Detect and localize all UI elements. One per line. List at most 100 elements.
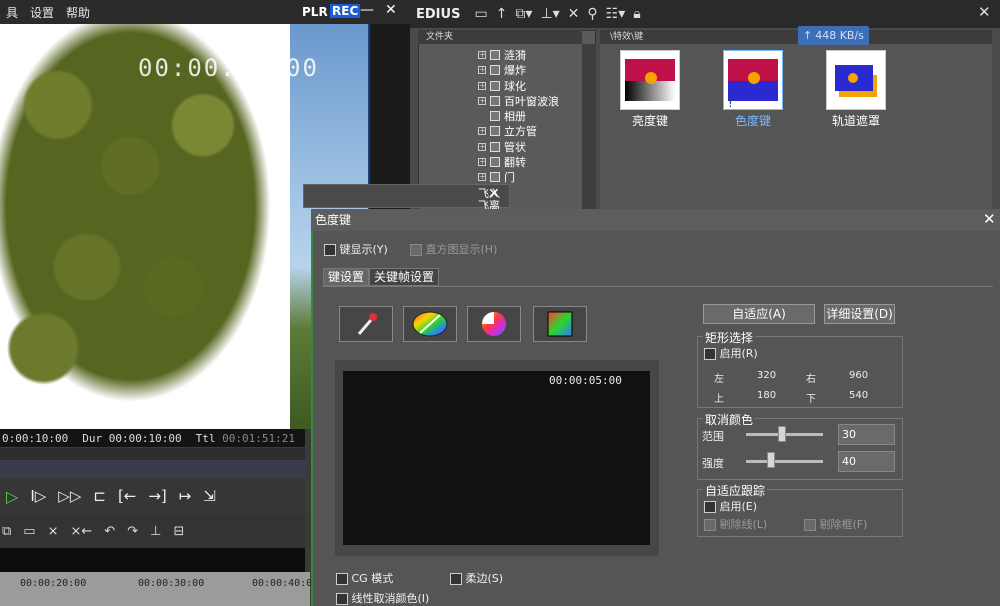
play-icon[interactable]: ▷ <box>6 487 18 506</box>
strength-slider[interactable] <box>746 460 823 463</box>
clip-luma-key[interactable] <box>620 50 680 110</box>
lock-icon[interactable]: 🔒︎ <box>633 6 640 22</box>
expand-icon[interactable]: + <box>478 96 486 105</box>
close-icon[interactable]: ✕ <box>385 2 397 18</box>
expand-icon[interactable]: + <box>478 172 486 181</box>
expand-icon[interactable]: + <box>478 157 486 166</box>
strength-slider-thumb[interactable] <box>767 452 775 468</box>
tree-item[interactable]: + 立方管 <box>478 123 537 138</box>
ttl-value: 00:01:51:21 <box>222 431 295 445</box>
insert-icon[interactable]: ↦ <box>179 487 192 505</box>
split-icon[interactable]: ⊟ <box>173 524 184 539</box>
close-icon[interactable]: ✕ <box>978 3 991 21</box>
key-preview[interactable] <box>343 371 650 545</box>
marker-icon[interactable]: ⊥ <box>150 524 161 539</box>
eyedropper-icon <box>357 313 377 335</box>
key-display-checkbox[interactable] <box>324 244 336 256</box>
output-icon[interactable]: ⊏ <box>93 487 106 505</box>
tree-item[interactable]: 飞入 <box>478 185 500 200</box>
soft-edge-checkbox[interactable] <box>450 573 462 585</box>
color-wheel-button[interactable] <box>403 306 457 342</box>
remove-lines-checkbox <box>704 519 716 531</box>
folder-header: 文件夹 <box>418 30 582 44</box>
tree-item[interactable]: + 翻转 <box>478 154 526 169</box>
cg-mode-option[interactable]: CG 模式 <box>336 570 393 586</box>
view-icon[interactable]: ☷▾ <box>606 6 626 22</box>
copy-icon[interactable]: ⧉ <box>2 524 11 539</box>
set-in-icon[interactable]: [← <box>118 487 136 505</box>
eyedropper-button[interactable] <box>339 306 393 342</box>
tree-item[interactable]: + 球化 <box>478 78 526 93</box>
properties-icon[interactable]: ⚲ <box>587 6 597 22</box>
cut-icon[interactable]: ▭ <box>23 524 35 539</box>
delete-icon[interactable]: ✕ <box>568 6 580 22</box>
range-input[interactable]: 30 <box>838 424 895 445</box>
detail-settings-button[interactable]: 详细设置(D) <box>824 304 895 324</box>
rect-enable-option[interactable]: 启用(R) <box>704 345 758 361</box>
expand-icon[interactable]: + <box>478 81 486 90</box>
player-divider <box>0 448 305 460</box>
folder-icon <box>490 141 500 152</box>
add-clip-icon[interactable]: ⧉▾ <box>515 6 532 22</box>
timeline-ruler[interactable]: 00:00:20:00 00:00:30:00 00:00:40:0 <box>0 572 312 606</box>
minimize-icon[interactable]: — <box>360 2 374 18</box>
hue-selection-button[interactable] <box>467 306 521 342</box>
rec-label[interactable]: REC <box>330 4 361 18</box>
soft-edge-option[interactable]: 柔边(S) <box>450 570 503 586</box>
tree-item[interactable]: + 爆炸 <box>478 62 526 77</box>
track-matte-icon <box>831 59 881 101</box>
adaptive-enable-checkbox[interactable] <box>704 501 716 513</box>
color-box-button[interactable] <box>533 306 587 342</box>
ttl-label: Ttl <box>195 431 216 445</box>
clip-label: 亮度键 <box>631 114 668 128</box>
tree-item[interactable]: 相册 <box>490 108 526 123</box>
auto-adjust-button[interactable]: 自适应(A) <box>703 304 815 324</box>
folder-icon <box>490 95 500 106</box>
tree-item[interactable]: + 涟漪 <box>478 47 526 62</box>
expand-icon[interactable]: + <box>478 126 486 135</box>
fast-forward-icon[interactable]: ▷▷ <box>58 487 81 505</box>
linear-cancel-option[interactable]: 线性取消颜色(I) <box>336 590 429 606</box>
up-folder-icon[interactable]: ↑ <box>496 6 508 22</box>
histogram-display-checkbox <box>410 244 422 256</box>
menu-help[interactable]: 帮助 <box>60 4 96 21</box>
delete-icon[interactable]: ⨯ <box>48 524 59 539</box>
menu-settings[interactable]: 设置 <box>24 4 60 21</box>
folder-icon[interactable]: ▭ <box>474 6 487 22</box>
expand-icon[interactable]: + <box>478 65 486 74</box>
cg-mode-checkbox[interactable] <box>336 573 348 585</box>
range-label: 范围 <box>702 430 724 443</box>
tree-item[interactable]: + 管状 <box>478 139 526 154</box>
speed-value: 448 KB/s <box>815 29 864 42</box>
adaptive-enable-option[interactable]: 启用(E) <box>704 498 757 514</box>
tree-item[interactable]: + 门 <box>478 169 515 184</box>
add-to-timeline-icon[interactable]: ⊥▾ <box>540 6 559 22</box>
tab-keyframe-settings[interactable]: 关键帧设置 <box>369 268 440 286</box>
expand-icon[interactable]: + <box>478 50 486 59</box>
undo-icon[interactable]: ↶ <box>104 524 115 539</box>
clip-track-matte[interactable] <box>826 50 886 110</box>
clip-chroma-key[interactable]: ! <box>723 50 783 110</box>
redo-icon[interactable]: ↷ <box>127 524 138 539</box>
step-forward-icon[interactable]: I▷ <box>30 487 46 505</box>
ripple-delete-icon[interactable]: ⨯← <box>71 524 93 539</box>
range-slider-thumb[interactable] <box>778 426 786 442</box>
menu-tools[interactable]: 具 <box>0 4 24 21</box>
timeline-track <box>0 548 305 572</box>
linear-cancel-checkbox[interactable] <box>336 593 348 605</box>
overwrite-icon[interactable]: ⇲ <box>203 487 216 505</box>
tree-item[interactable]: + 百叶窗波浪 <box>478 93 559 108</box>
right-value: 960 <box>849 370 869 381</box>
key-display-option[interactable]: 键显示(Y) <box>324 241 388 257</box>
transport-controls: ▷ I▷ ▷▷ ⊏ [← →] ↦ ⇲ <box>0 478 305 514</box>
position-bar[interactable] <box>0 460 305 478</box>
close-icon[interactable]: ✕ <box>983 210 996 228</box>
tree-item-label: 相册 <box>504 109 526 123</box>
rect-enable-checkbox[interactable] <box>704 348 716 360</box>
expand-icon[interactable]: + <box>478 142 486 151</box>
plr-label[interactable]: PLR <box>302 5 328 19</box>
strength-input[interactable]: 40 <box>838 451 895 472</box>
folder-scrollbar[interactable] <box>582 44 596 212</box>
set-out-icon[interactable]: →] <box>148 487 166 505</box>
tab-key-settings[interactable]: 键设置 <box>323 268 370 286</box>
